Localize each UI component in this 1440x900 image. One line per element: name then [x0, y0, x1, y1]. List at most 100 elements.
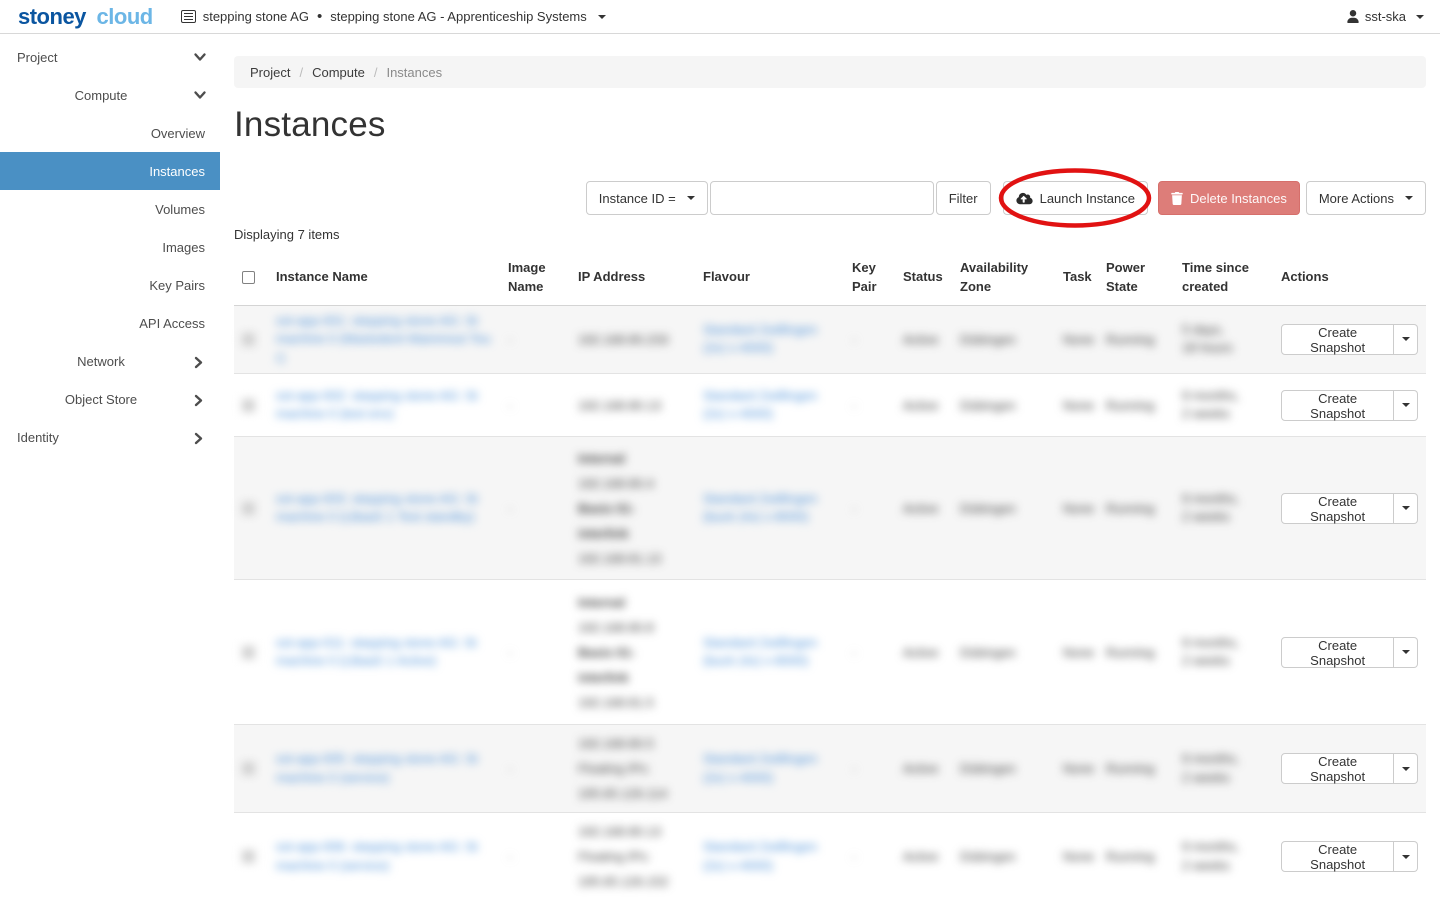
instance-name-cell: sst-app-001: stepping stone AG: Stmachin… — [268, 305, 500, 374]
row-actions-dropdown-toggle[interactable] — [1394, 390, 1418, 421]
sidebar-item-compute[interactable]: Compute — [0, 76, 220, 114]
col-header-task[interactable]: Task — [1055, 251, 1098, 305]
sidebar-item-volumes[interactable]: Volumes — [0, 190, 220, 228]
col-header-image-name[interactable]: Image Name — [500, 251, 570, 305]
ip-address-cell: Internal192.168.80.4Basis 01-interlink19… — [570, 437, 695, 580]
row-actions-dropdown-toggle[interactable] — [1394, 493, 1418, 524]
chevron-down-icon — [1402, 403, 1410, 407]
status-cell: Active — [895, 813, 952, 900]
instance-name-link[interactable]: sst-app-001: stepping stone AG: Stmachin… — [276, 312, 492, 368]
launch-instance-button[interactable]: Launch Instance — [1003, 181, 1148, 215]
flavour-cell: Standard Zwillingen(2x) v-4000) — [695, 305, 844, 374]
time-since-created-cell: 9 months,2 weeks — [1174, 580, 1273, 725]
instance-name-link[interactable]: sst-app-011: stepping stone AG: Stmachin… — [276, 634, 492, 671]
breadcrumb-link-compute[interactable]: Compute — [312, 65, 365, 80]
filter-field-label: Instance ID = — [599, 191, 676, 206]
actions-cell: Create Snapshot — [1273, 305, 1426, 374]
create-snapshot-button[interactable]: Create Snapshot — [1281, 637, 1394, 668]
chevron-down-icon — [1402, 337, 1410, 341]
flavour-link[interactable]: Standard Zwillingen(2x) v-4000) — [703, 838, 836, 875]
create-snapshot-button[interactable]: Create Snapshot — [1281, 841, 1394, 872]
key-pair-cell: - — [844, 725, 895, 813]
flavour-cell: Standard Zwillingen(2x) v-4000) — [695, 374, 844, 437]
col-header-status[interactable]: Status — [895, 251, 952, 305]
instance-name-link[interactable]: sst-app-003: stepping stone AG: Stmachin… — [276, 490, 492, 527]
sidebar-item-api-access[interactable]: API Access — [0, 304, 220, 342]
create-snapshot-button[interactable]: Create Snapshot — [1281, 753, 1394, 784]
create-snapshot-button[interactable]: Create Snapshot — [1281, 324, 1394, 355]
create-snapshot-button[interactable]: Create Snapshot — [1281, 390, 1394, 421]
chevron-right-icon — [194, 357, 206, 366]
delete-instances-button[interactable]: Delete Instances — [1158, 181, 1300, 215]
row-checkbox[interactable] — [242, 399, 255, 412]
create-snapshot-button[interactable]: Create Snapshot — [1281, 493, 1394, 524]
app-logo[interactable]: stoney cloud — [18, 4, 153, 30]
row-actions-dropdown-toggle[interactable] — [1394, 753, 1418, 784]
instance-name-link[interactable]: sst-app-002: stepping stone AG: Stmachin… — [276, 387, 492, 424]
row-select-cell — [234, 580, 268, 725]
breadcrumb-link-project[interactable]: Project — [250, 65, 290, 80]
sidebar-item-images[interactable]: Images — [0, 228, 220, 266]
image-name-cell: - — [500, 580, 570, 725]
delete-instances-label: Delete Instances — [1190, 191, 1287, 206]
more-actions-label: More Actions — [1319, 191, 1394, 206]
row-checkbox[interactable] — [242, 646, 255, 659]
filter-search-input[interactable] — [710, 181, 934, 215]
cloud-upload-icon — [1016, 192, 1033, 205]
sidebar-item-project[interactable]: Project — [0, 38, 220, 76]
row-actions-dropdown-toggle[interactable] — [1394, 841, 1418, 872]
chevron-down-icon — [194, 91, 206, 100]
filter-field-dropdown[interactable]: Instance ID = — [586, 181, 708, 215]
instance-name-cell: sst-app-011: stepping stone AG: Stmachin… — [268, 580, 500, 725]
chevron-right-icon — [194, 433, 206, 442]
col-header-availability-zone[interactable]: Availability Zone — [952, 251, 1055, 305]
availability-zone-cell: Dübingen — [952, 580, 1055, 725]
flavour-link[interactable]: Standard Zwillingen(2x) v-4000) — [703, 750, 836, 787]
more-actions-button[interactable]: More Actions — [1306, 181, 1426, 215]
sidebar-item-identity[interactable]: Identity — [0, 418, 220, 456]
time-since-created-cell: 9 months,2 weeks — [1174, 813, 1273, 900]
sidebar-item-overview[interactable]: Overview — [0, 114, 220, 152]
power-state-cell: Running — [1098, 813, 1174, 900]
flavour-link[interactable]: Standard Zwillingen(buck (4x) v-8000) — [703, 634, 836, 671]
user-menu[interactable]: sst-ska — [1347, 9, 1424, 24]
flavour-link[interactable]: Standard Zwillingen(2x) v-4000) — [703, 321, 836, 358]
ip-address-cell: 192.168.80.5Floating IPs:195.65.126.114 — [570, 725, 695, 813]
filter-button[interactable]: Filter — [936, 181, 991, 215]
col-header-flavour[interactable]: Flavour — [695, 251, 844, 305]
select-all-checkbox[interactable] — [242, 271, 255, 284]
ip-address-cell: 192.168.80.13Floating IPs:195.65.126.152 — [570, 813, 695, 900]
col-header-instance-name[interactable]: Instance Name — [268, 251, 500, 305]
row-select-cell — [234, 725, 268, 813]
sidebar-item-instances[interactable]: Instances — [0, 152, 220, 190]
row-checkbox[interactable] — [242, 333, 255, 346]
row-actions-dropdown-toggle[interactable] — [1394, 637, 1418, 668]
row-actions-dropdown-toggle[interactable] — [1394, 324, 1418, 355]
chevron-down-icon — [1402, 855, 1410, 859]
instance-name-link[interactable]: sst-app-006: stepping stone AG: Stmachin… — [276, 838, 492, 875]
chevron-down-icon — [1402, 506, 1410, 510]
sidebar-item-label: Identity — [17, 430, 59, 445]
col-header-ip-address[interactable]: IP Address — [570, 251, 695, 305]
row-checkbox[interactable] — [242, 850, 255, 863]
sidebar-item-key-pairs[interactable]: Key Pairs — [0, 266, 220, 304]
col-header-time-since-created[interactable]: Time since created — [1174, 251, 1273, 305]
table-row: sst-app-005: stepping stone AG: Stmachin… — [234, 725, 1426, 813]
instance-name-link[interactable]: sst-app-005: stepping stone AG: Stmachin… — [276, 750, 492, 787]
row-checkbox[interactable] — [242, 762, 255, 775]
task-cell: None — [1055, 305, 1098, 374]
image-name-cell: - — [500, 437, 570, 580]
col-header-power-state[interactable]: Power State — [1098, 251, 1174, 305]
flavour-link[interactable]: Standard Zwillingen(2x) v-4000) — [703, 387, 836, 424]
sidebar-item-object-store[interactable]: Object Store — [0, 380, 220, 418]
project-switcher[interactable]: stepping stone AG • stepping stone AG - … — [181, 8, 606, 25]
row-select-cell — [234, 305, 268, 374]
col-header-key-pair[interactable]: Key Pair — [844, 251, 895, 305]
sidebar-item-network[interactable]: Network — [0, 342, 220, 380]
flavour-link[interactable]: Standard Zwillingen(buck (4x) v-8000) — [703, 490, 836, 527]
instances-table: Instance NameImage NameIP AddressFlavour… — [234, 251, 1426, 900]
row-checkbox[interactable] — [242, 502, 255, 515]
context-separator: • — [317, 8, 322, 25]
task-cell: None — [1055, 374, 1098, 437]
key-pair-cell: - — [844, 580, 895, 725]
